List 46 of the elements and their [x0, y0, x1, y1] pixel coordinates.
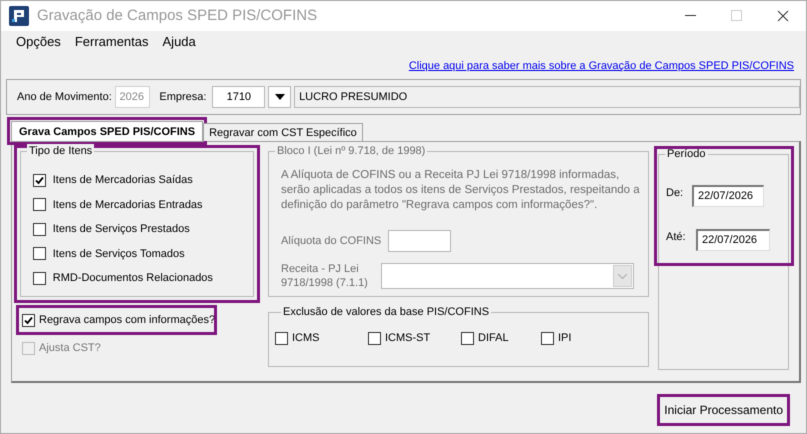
chevron-icon [618, 274, 627, 278]
checkbox-label: RMD-Documentos Relacionados [52, 271, 213, 286]
date-to-field[interactable]: 22/07/2026 [696, 229, 770, 251]
checkbox-label: Itens de Serviços Tomados [52, 246, 185, 262]
help-link[interactable]: Clique aqui para saber mais sobre a Gravação de Campos SPED PIS/COFINS [408, 58, 794, 74]
group-title: Tipo de Itens [27, 144, 94, 158]
checkbox-label: Itens de Mercadorias Entradas [52, 198, 203, 212]
checkbox-label: DIFAL [478, 331, 509, 346]
field-label: Receita - PJ Lei 9718/1998 (7.1.1) [281, 262, 369, 290]
field-label: De: [666, 186, 684, 201]
checkbox[interactable] [33, 198, 46, 212]
checkbox[interactable] [33, 247, 46, 260]
group-title: Bloco I (Lei nº 9.718, de 1998) [275, 144, 428, 158]
checkbox[interactable] [461, 332, 474, 345]
app-icon [9, 6, 29, 26]
dropdown-button[interactable] [268, 86, 292, 108]
menu-item[interactable]: Opções [9, 32, 68, 52]
checkbox[interactable] [33, 174, 46, 187]
start-processing-button[interactable]: Iniciar Processamento [657, 394, 790, 426]
checkbox[interactable] [368, 332, 381, 345]
checkbox[interactable] [541, 332, 554, 345]
company-field[interactable]: 1710 [212, 86, 266, 108]
checkbox-label: Itens de Serviços Prestados [52, 222, 190, 237]
window-title: Gravação de Campos SPED PIS/COFINS [37, 6, 318, 26]
date-from-field[interactable]: 22/07/2026 [692, 185, 764, 207]
checkbox[interactable] [33, 222, 46, 236]
field-label: Alíquota do COFINS [281, 234, 382, 249]
caret-icon [274, 94, 285, 100]
checkbox-label: Ajusta CST? [39, 340, 101, 356]
menu-item[interactable]: Ferramentas [68, 32, 156, 52]
description-text: A Alíquota de COFINS ou a Receita PJ Lei 9718/1998 informadas, serão aplicadas a todos os itens de Serviços Prestados, respeitando a definição do parâmetro "Regrava campos com informações?". [281, 168, 640, 213]
year-label: Ano de Movimento: [17, 90, 112, 105]
tab[interactable]: Regravar com CST Específico [203, 123, 363, 141]
menu-item[interactable]: Ajuda [156, 32, 203, 52]
checkbox[interactable] [275, 332, 288, 345]
checkbox-label: IPI [558, 331, 572, 346]
company-name-field: LUCRO PRESUMIDO [294, 86, 800, 108]
company-label: Empresa: [159, 90, 206, 105]
field-label: Até: [666, 230, 687, 245]
checkbox[interactable] [22, 314, 35, 326]
checkbox-label: Regrava campos com informações? [39, 312, 216, 328]
checkbox-label: ICMS [292, 331, 320, 346]
checkbox-label: Itens de Mercadorias Saídas [52, 173, 193, 188]
checkbox[interactable] [33, 272, 46, 285]
checkbox-label: ICMS-ST [385, 331, 430, 346]
option-row[interactable]: Regrava campos com informações? [20, 309, 213, 331]
